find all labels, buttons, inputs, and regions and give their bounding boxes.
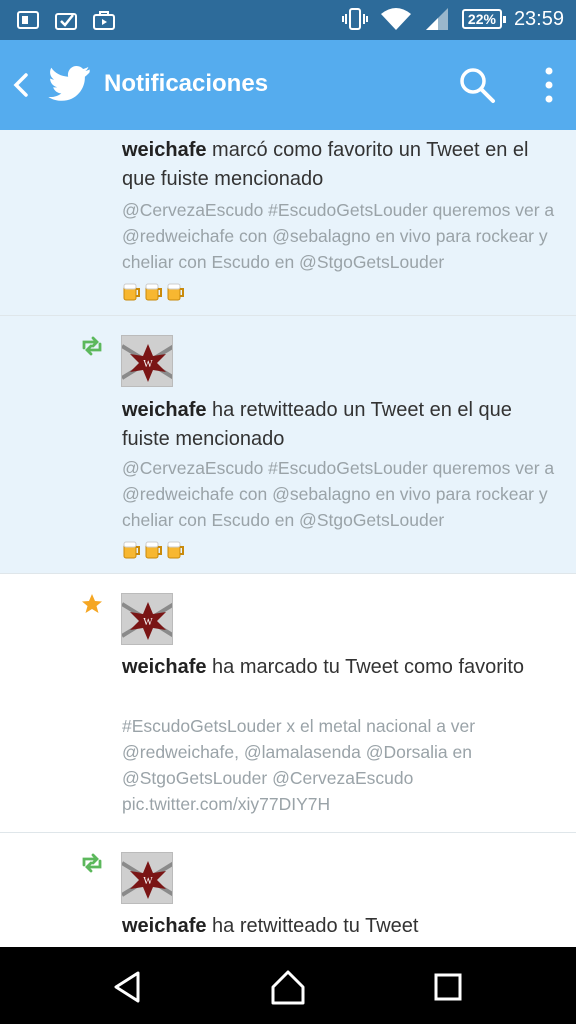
svg-text:W: W	[143, 617, 153, 628]
wifi-icon	[380, 8, 411, 30]
emoji-row	[122, 535, 562, 561]
navigation-bar	[0, 947, 576, 1024]
notification-user[interactable]: weichafe	[122, 656, 206, 678]
emoji-row	[122, 277, 562, 303]
beer-mug-icon	[145, 283, 162, 301]
tweet-text[interactable]: @CervezaEscudo #EscudoGetsLouder queremo…	[122, 197, 562, 303]
tweet-text[interactable]: @CervezaEscudo #EscudoGetsLouder queremo…	[122, 455, 562, 561]
battery-indicator: 22%	[461, 9, 506, 29]
briefcase-icon	[93, 11, 115, 30]
avatar[interactable]: W	[121, 852, 173, 904]
notification-action: ha marcado tu Tweet como favorito	[206, 656, 525, 678]
vibrate-icon	[341, 8, 368, 30]
tweet-body: @CervezaEscudo #EscudoGetsLouder queremo…	[122, 458, 555, 530]
svg-text:W: W	[143, 359, 153, 370]
beer-mug-icon	[123, 541, 140, 559]
search-icon[interactable]	[458, 66, 496, 104]
notification-user[interactable]: weichafe	[122, 139, 206, 161]
check-icon	[55, 13, 77, 30]
home-nav-icon[interactable]	[268, 967, 308, 1007]
notification-headline: weichafe marcó como favorito un Tweet en…	[122, 136, 562, 194]
avatar[interactable]: W	[121, 593, 173, 645]
status-bar: 22% 23:59	[0, 0, 576, 40]
notification-headline: weichafe ha marcado tu Tweet como favori…	[122, 653, 562, 682]
retweet-icon	[82, 336, 102, 356]
svg-text:W: W	[143, 876, 153, 887]
notification-item[interactable]: W weichafe ha retwitteado tu Tweet	[0, 833, 576, 947]
notification-item[interactable]: W weichafe ha retwitteado un Tweet en el…	[0, 316, 576, 574]
signal-icon	[425, 8, 448, 30]
tweet-body: #EscudoGetsLouder x el metal nacional a …	[122, 716, 476, 814]
page-title: Notificaciones	[104, 70, 269, 97]
clock: 23:59	[513, 7, 564, 30]
notification-list[interactable]: weichafe marcó como favorito un Tweet en…	[0, 130, 576, 947]
beer-mug-icon	[167, 283, 184, 301]
notification-user[interactable]: weichafe	[122, 399, 206, 421]
beer-mug-icon	[123, 283, 140, 301]
beer-mug-icon	[167, 541, 184, 559]
notification-item[interactable]: weichafe marcó como favorito un Tweet en…	[0, 130, 576, 316]
tweet-body: @CervezaEscudo #EscudoGetsLouder queremo…	[122, 200, 555, 272]
recents-nav-icon[interactable]	[428, 967, 468, 1007]
notification-icon	[17, 11, 39, 29]
tweet-text[interactable]: #EscudoGetsLouder x el metal nacional a …	[122, 713, 562, 817]
notification-headline: weichafe ha retwitteado un Tweet en el q…	[122, 396, 562, 454]
twitter-bird-icon	[48, 66, 90, 101]
more-options-icon[interactable]	[538, 66, 560, 104]
notification-item[interactable]: W weichafe ha marcado tu Tweet como favo…	[0, 574, 576, 833]
notification-headline: weichafe ha retwitteado tu Tweet	[122, 912, 562, 941]
notification-action: ha retwitteado tu Tweet	[206, 915, 419, 937]
app-bar: Notificaciones	[0, 40, 576, 130]
back-icon[interactable]	[10, 70, 34, 100]
notification-user[interactable]: weichafe	[122, 915, 206, 937]
star-icon	[82, 594, 102, 613]
retweet-icon	[82, 853, 102, 873]
beer-mug-icon	[145, 541, 162, 559]
avatar[interactable]: W	[121, 335, 173, 387]
back-nav-icon[interactable]	[108, 967, 148, 1007]
